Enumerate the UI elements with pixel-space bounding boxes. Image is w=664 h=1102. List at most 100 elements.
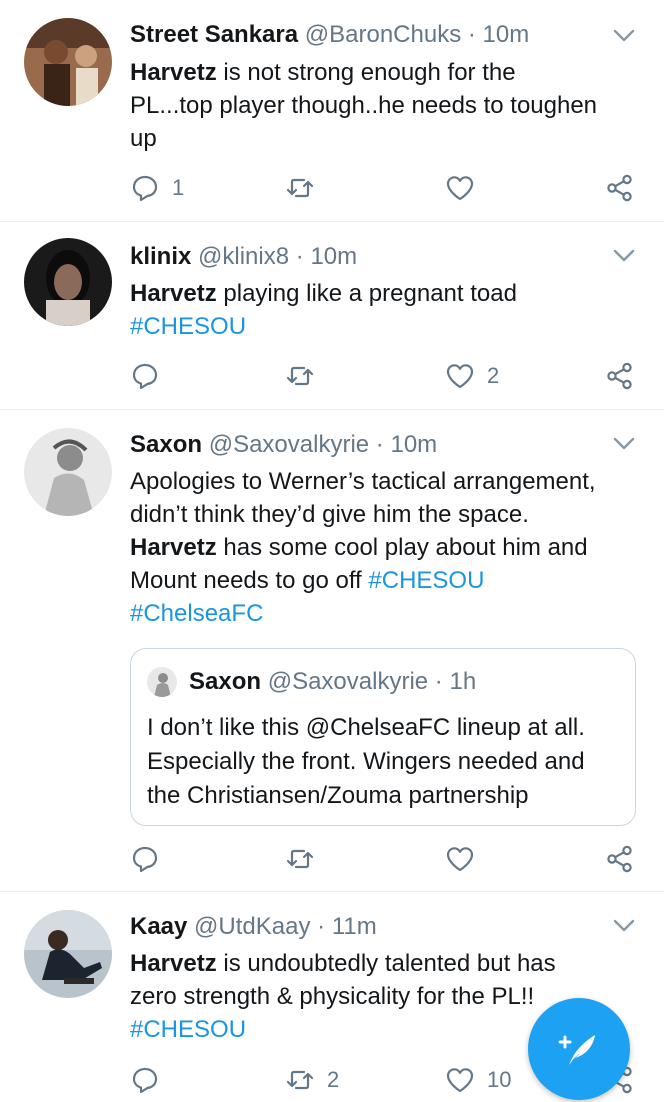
keyword: Harvetz bbox=[130, 59, 217, 86]
share-icon bbox=[607, 174, 632, 202]
avatar[interactable] bbox=[24, 18, 112, 106]
tweet-klinix[interactable]: klinix @klinix8 · 10m Harvetz playing li… bbox=[0, 222, 664, 410]
user-handle: @Saxovalkyrie bbox=[267, 668, 429, 695]
tweet-saxon[interactable]: Saxon @Saxovalkyrie · 10m Apologies to W… bbox=[0, 410, 664, 892]
chevron-down-icon[interactable] bbox=[612, 436, 636, 452]
share-icon bbox=[607, 362, 632, 390]
user-handle[interactable]: @klinix8 bbox=[198, 243, 289, 270]
retweet-button[interactable] bbox=[285, 359, 327, 393]
reply-button[interactable] bbox=[130, 359, 172, 393]
separator: · bbox=[375, 431, 384, 458]
reply-icon bbox=[132, 1067, 158, 1094]
retweet-icon bbox=[286, 366, 314, 386]
tweet-actions: 1 bbox=[130, 171, 640, 205]
reply-icon bbox=[132, 846, 158, 873]
display-name[interactable]: Street Sankara bbox=[130, 21, 298, 48]
quoted-tweet-text: I don’t like this @ChelseaFC lineup at a… bbox=[147, 711, 621, 813]
like-count: 2 bbox=[487, 363, 500, 388]
chevron-down-icon[interactable] bbox=[612, 248, 636, 264]
text-line: is undoubtedly talented but has bbox=[216, 950, 556, 977]
tweet-header: klinix @klinix8 · 10m bbox=[130, 242, 604, 272]
quoted-tweet-header: Saxon @Saxovalkyrie · 1h bbox=[147, 667, 476, 697]
separator: · bbox=[317, 913, 326, 940]
quoted-tweet[interactable]: Saxon @Saxovalkyrie · 1h I don’t like th… bbox=[130, 648, 636, 826]
retweet-icon bbox=[286, 849, 314, 869]
retweet-icon bbox=[286, 1070, 314, 1090]
reply-icon bbox=[132, 175, 158, 202]
timestamp[interactable]: 10m bbox=[310, 243, 357, 270]
text-line: Apologies to Werner’s tactical arrangeme… bbox=[130, 468, 596, 495]
like-icon bbox=[446, 364, 474, 389]
tweet-street-sankara[interactable]: Street Sankara @BaronChuks · 10m Harvetz… bbox=[0, 0, 664, 222]
text-line: is not strong enough for the bbox=[216, 59, 516, 86]
text-line: Mount needs to go off bbox=[130, 567, 369, 594]
retweet-count: 2 bbox=[327, 1067, 340, 1092]
tweet-header: Street Sankara @BaronChuks · 10m bbox=[130, 20, 604, 50]
reply-count: 1 bbox=[172, 175, 185, 200]
display-name: Saxon bbox=[189, 668, 262, 695]
share-button[interactable] bbox=[605, 842, 635, 876]
text-line: PL...top player though..he needs to toug… bbox=[130, 92, 598, 119]
hashtag-link[interactable]: #CHESOU bbox=[130, 310, 634, 343]
like-button[interactable]: 10 bbox=[445, 1063, 511, 1097]
like-icon bbox=[446, 1068, 474, 1093]
keyword: Harvetz bbox=[130, 950, 217, 977]
retweet-icon bbox=[286, 178, 314, 198]
retweet-button[interactable] bbox=[285, 842, 327, 876]
text-line: up bbox=[130, 125, 157, 152]
tweet-text: Harvetz playing like a pregnant toad #CH… bbox=[130, 277, 634, 343]
avatar bbox=[147, 667, 177, 697]
tweet-actions: 2 bbox=[130, 359, 640, 393]
text-line: the Christiansen/Zouma partnership bbox=[147, 782, 529, 809]
keyword: Harvetz bbox=[130, 280, 217, 307]
retweet-button[interactable]: 2 bbox=[285, 1063, 339, 1097]
tweet-actions bbox=[130, 842, 640, 876]
like-button[interactable] bbox=[445, 842, 487, 876]
display-name[interactable]: Saxon bbox=[130, 431, 202, 458]
display-name[interactable]: klinix bbox=[130, 243, 191, 270]
avatar[interactable] bbox=[24, 428, 112, 516]
timestamp[interactable]: 11m bbox=[332, 913, 377, 940]
user-handle[interactable]: @BaronChuks bbox=[305, 21, 461, 48]
separator: · bbox=[434, 668, 443, 695]
share-icon bbox=[607, 845, 632, 873]
tweet-text: Harvetz is not strong enough for the PL.… bbox=[130, 56, 634, 155]
user-handle[interactable]: @Saxovalkyrie bbox=[209, 431, 369, 458]
keyword: Harvetz bbox=[130, 534, 217, 561]
tweet-header: Saxon @Saxovalkyrie · 10m bbox=[130, 430, 604, 460]
like-icon bbox=[446, 176, 474, 201]
timestamp: 1h bbox=[449, 668, 477, 695]
tweet-header: Kaay @UtdKaay · 11m bbox=[130, 912, 604, 942]
timestamp[interactable]: 10m bbox=[390, 431, 437, 458]
share-button[interactable] bbox=[605, 171, 635, 205]
reply-icon bbox=[132, 363, 158, 390]
timestamp[interactable]: 10m bbox=[483, 21, 530, 48]
text-line: didn’t think they’d give him the space. bbox=[130, 501, 529, 528]
hashtag-link[interactable]: #ChelseaFC bbox=[130, 597, 634, 630]
hashtag-link[interactable]: #CHESOU bbox=[368, 567, 484, 594]
chevron-down-icon[interactable] bbox=[612, 918, 636, 934]
reply-button[interactable]: 1 bbox=[130, 171, 184, 205]
tweet-text: Apologies to Werner’s tactical arrangeme… bbox=[130, 465, 634, 630]
avatar[interactable] bbox=[24, 238, 112, 326]
reply-button[interactable] bbox=[130, 1063, 172, 1097]
like-count: 10 bbox=[487, 1067, 512, 1092]
like-icon bbox=[446, 847, 474, 872]
share-button[interactable] bbox=[605, 359, 635, 393]
display-name[interactable]: Kaay bbox=[130, 913, 187, 940]
user-handle[interactable]: @UtdKaay bbox=[194, 913, 310, 940]
text-line: I don’t like this @ChelseaFC lineup at a… bbox=[147, 714, 585, 741]
avatar[interactable] bbox=[24, 910, 112, 998]
text-line: has some cool play about him and bbox=[216, 534, 588, 561]
separator: · bbox=[467, 21, 476, 48]
reply-button[interactable] bbox=[130, 842, 172, 876]
text-line: playing like a pregnant toad bbox=[216, 280, 517, 307]
separator: · bbox=[295, 243, 304, 270]
compose-icon bbox=[558, 1035, 595, 1065]
retweet-button[interactable] bbox=[285, 171, 327, 205]
compose-tweet-button[interactable] bbox=[528, 998, 630, 1100]
chevron-down-icon[interactable] bbox=[612, 28, 636, 44]
like-button[interactable] bbox=[445, 171, 487, 205]
text-line: Especially the front. Wingers needed and bbox=[147, 748, 585, 775]
like-button[interactable]: 2 bbox=[445, 359, 499, 393]
